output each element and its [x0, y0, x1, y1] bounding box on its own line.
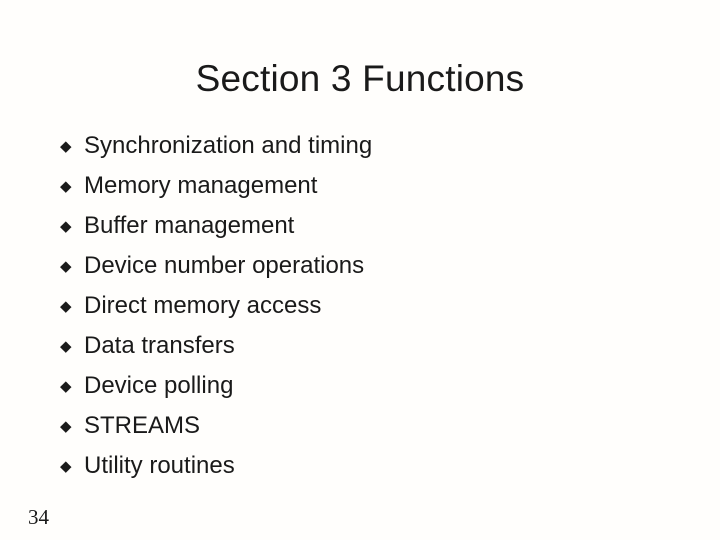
list-item-label: Utility routines	[84, 452, 235, 479]
list-item-label: Data transfers	[84, 332, 235, 359]
page-title: Section 3 Functions	[195, 58, 525, 99]
list-item-label: Buffer management	[84, 212, 295, 239]
diamond-bullet-icon: ◆	[60, 218, 72, 235]
list-item: ◆ Buffer management	[60, 206, 660, 246]
list-item-label: Device number operations	[84, 252, 365, 279]
bullet-list: ◆ Synchronization and timing ◆ Memory ma…	[60, 126, 660, 486]
list-item: ◆ Utility routines	[60, 446, 660, 486]
list-item: ◆ Memory management	[60, 166, 660, 206]
diamond-bullet-icon: ◆	[60, 378, 72, 395]
diamond-bullet-icon: ◆	[60, 338, 72, 355]
list-item: ◆ Direct memory access	[60, 286, 660, 326]
diamond-bullet-icon: ◆	[60, 458, 72, 475]
list-item: ◆ Device number operations	[60, 246, 660, 286]
diamond-bullet-icon: ◆	[60, 138, 72, 155]
diamond-bullet-icon: ◆	[60, 178, 72, 195]
slide: Section 3 Functions ◆ Synchronization an…	[0, 0, 720, 540]
list-item-label: Direct memory access	[84, 292, 322, 319]
list-item-label: STREAMS	[84, 412, 201, 439]
page-number: 34	[28, 505, 49, 529]
list-item: ◆ Synchronization and timing	[60, 126, 660, 166]
diamond-bullet-icon: ◆	[60, 418, 72, 435]
list-item: ◆ STREAMS	[60, 406, 660, 446]
diamond-bullet-icon: ◆	[60, 298, 72, 315]
list-item-label: Memory management	[84, 172, 318, 199]
diamond-bullet-icon: ◆	[60, 258, 72, 275]
list-item: ◆ Data transfers	[60, 326, 660, 366]
list-item-label: Device polling	[84, 372, 234, 399]
list-item-label: Synchronization and timing	[84, 132, 373, 159]
list-item: ◆ Device polling	[60, 366, 660, 406]
